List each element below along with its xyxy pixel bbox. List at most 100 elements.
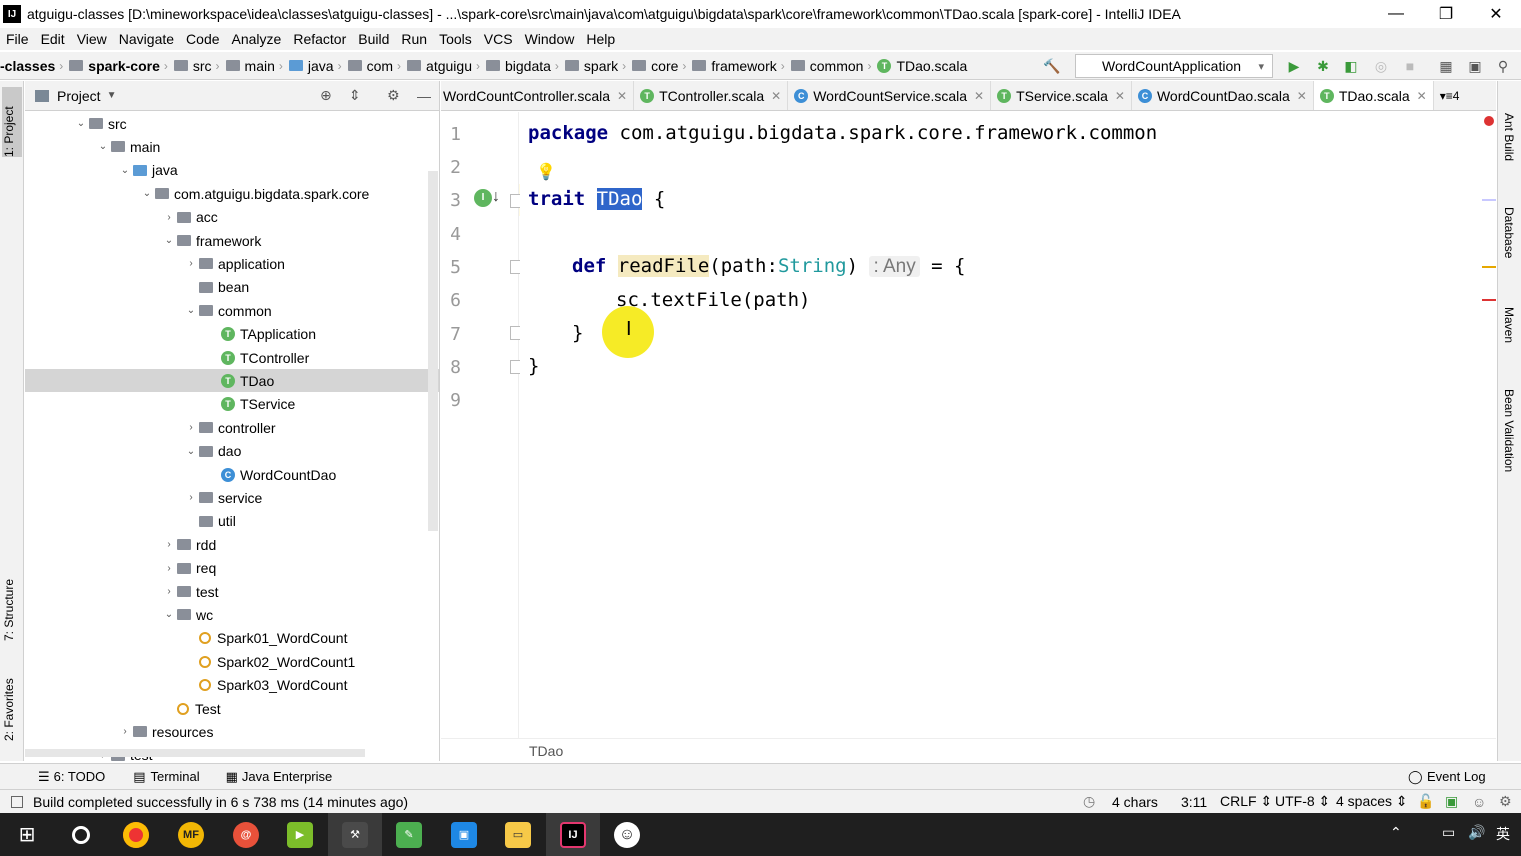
menu-file[interactable]: File bbox=[6, 31, 29, 47]
taskbar-app-tool[interactable]: ⚒ bbox=[328, 813, 382, 856]
chevron-down-icon[interactable]: ⌄ bbox=[161, 235, 177, 246]
close-icon[interactable]: ✕ bbox=[1115, 89, 1125, 103]
close-icon[interactable]: ✕ bbox=[974, 89, 984, 103]
close-icon[interactable]: ✕ bbox=[1417, 89, 1427, 103]
maven-tool-tab[interactable]: Maven bbox=[1502, 307, 1516, 343]
tree-item[interactable]: util bbox=[25, 510, 439, 533]
tree-item[interactable]: ⌄ main bbox=[25, 135, 439, 158]
crumb-core[interactable]: core › bbox=[632, 58, 692, 74]
tree-item[interactable]: T TApplication bbox=[25, 323, 439, 346]
inspector-icon[interactable]: ☺ bbox=[1472, 794, 1486, 810]
tree-item[interactable]: ⌄ wc bbox=[25, 603, 439, 626]
error-indicator-icon[interactable] bbox=[1484, 116, 1494, 126]
tree-item[interactable]: T TController bbox=[25, 346, 439, 369]
ime-indicator[interactable]: 英 bbox=[1496, 824, 1510, 844]
search-icon[interactable]: ⚲ bbox=[1494, 57, 1512, 75]
locate-icon[interactable]: ⊕ bbox=[320, 87, 332, 104]
chevron-right-icon[interactable]: › bbox=[161, 563, 177, 574]
close-icon[interactable]: ✕ bbox=[617, 89, 627, 103]
java-enterprise-tool-button[interactable]: Java Enterprise bbox=[242, 769, 332, 784]
chevron-right-icon[interactable]: › bbox=[161, 539, 177, 550]
tree-item[interactable]: bean bbox=[25, 276, 439, 299]
marker-stripe[interactable] bbox=[1482, 266, 1496, 268]
tree-item[interactable]: ⌄ dao bbox=[25, 440, 439, 463]
tree-item[interactable]: › rdd bbox=[25, 533, 439, 556]
tab-tdao[interactable]: T TDao.scala ✕ bbox=[1313, 81, 1434, 110]
network-icon[interactable]: ▭ bbox=[1442, 824, 1455, 841]
chevron-down-icon[interactable]: ⌄ bbox=[161, 609, 177, 620]
taskbar-app-notes[interactable]: ✎ bbox=[382, 813, 436, 856]
tree-item[interactable]: ⌄ java bbox=[25, 159, 439, 182]
implemented-marker-icon[interactable]: I bbox=[474, 189, 492, 207]
status-message[interactable]: Build completed successfully in 6 s 738 … bbox=[33, 794, 408, 810]
tabs-overflow-button[interactable]: ▾≡ 4 bbox=[1434, 81, 1466, 110]
gear-icon[interactable]: ⚙ bbox=[387, 87, 400, 104]
menu-navigate[interactable]: Navigate bbox=[119, 31, 174, 47]
crumb-common[interactable]: common › bbox=[790, 58, 878, 74]
tab-tcontroller[interactable]: T TController.scala ✕ bbox=[634, 81, 789, 110]
maximize-button[interactable]: ❐ bbox=[1421, 0, 1471, 28]
volume-icon[interactable]: 🔊 bbox=[1468, 824, 1485, 841]
taskbar-app-explorer[interactable]: ▭ bbox=[491, 813, 545, 856]
line-separator-select[interactable]: CRLF ⇕ bbox=[1220, 793, 1272, 810]
menu-build[interactable]: Build bbox=[358, 31, 389, 47]
chevron-up-icon[interactable]: ⌃ bbox=[1390, 824, 1402, 841]
notifications-icon[interactable]: ⚙ bbox=[1499, 793, 1512, 810]
stop-icon[interactable]: ■ bbox=[1401, 57, 1419, 75]
chevron-right-icon[interactable]: › bbox=[183, 492, 199, 503]
menu-window[interactable]: Window bbox=[525, 31, 575, 47]
code-editor[interactable]: package com.atguigu.bigdata.spark.core.f… bbox=[520, 112, 1496, 738]
menu-code[interactable]: Code bbox=[186, 31, 219, 47]
crumb-module[interactable]: spark-core › bbox=[69, 58, 174, 74]
favorites-tool-tab[interactable]: 2: Favorites bbox=[2, 661, 16, 741]
lightbulb-icon[interactable]: 💡 bbox=[536, 162, 556, 182]
close-button[interactable]: ✕ bbox=[1471, 0, 1521, 28]
tab-wordcountcontroller[interactable]: WordCountController.scala ✕ bbox=[441, 81, 635, 110]
tab-tservice[interactable]: T TService.scala ✕ bbox=[991, 81, 1132, 110]
coverage-icon[interactable]: ◧ bbox=[1342, 57, 1360, 75]
chevron-right-icon[interactable]: › bbox=[117, 726, 133, 737]
menu-edit[interactable]: Edit bbox=[41, 31, 65, 47]
database-tool-tab[interactable]: Database bbox=[1502, 207, 1516, 258]
menu-help[interactable]: Help bbox=[586, 31, 615, 47]
terminal-tool-button[interactable]: Terminal bbox=[151, 769, 200, 784]
marker-stripe[interactable] bbox=[1482, 299, 1496, 301]
crumb-src[interactable]: src › bbox=[173, 58, 226, 74]
tree-item[interactable]: ⌄ common bbox=[25, 299, 439, 322]
chevron-down-icon[interactable]: ⌄ bbox=[73, 118, 89, 129]
crumb-main[interactable]: main › bbox=[225, 58, 289, 74]
windows-start-button[interactable]: ⊞ bbox=[0, 813, 54, 856]
tree-item[interactable]: Test bbox=[25, 697, 439, 720]
ant-build-tool-tab[interactable]: Ant Build bbox=[1502, 113, 1516, 161]
minimize-button[interactable]: — bbox=[1371, 0, 1421, 28]
run-icon[interactable]: ▶ bbox=[1285, 57, 1303, 75]
menu-run[interactable]: Run bbox=[401, 31, 427, 47]
debug-icon[interactable]: ✱ bbox=[1314, 57, 1332, 75]
crumb-bigdata[interactable]: bigdata › bbox=[485, 58, 565, 74]
collapse-all-icon[interactable]: ⇕ bbox=[349, 87, 361, 104]
cortana-button[interactable] bbox=[54, 813, 108, 856]
toggle-tool-windows-icon[interactable] bbox=[11, 795, 23, 808]
tree-item[interactable]: ⌄ src bbox=[25, 112, 439, 135]
taskbar-app-game[interactable]: ▶ bbox=[273, 813, 327, 856]
tree-item[interactable]: › application bbox=[25, 252, 439, 275]
taskbar-app-intellij[interactable]: IJ bbox=[546, 813, 600, 856]
build-hammer-icon[interactable]: 🔨 bbox=[1043, 57, 1061, 75]
tree-item[interactable]: Spark01_WordCount bbox=[25, 627, 439, 650]
project-view-select[interactable]: Project bbox=[57, 88, 101, 104]
scrollbar[interactable] bbox=[428, 171, 438, 531]
close-icon[interactable]: ✕ bbox=[1297, 89, 1307, 103]
tree-item[interactable]: T TService bbox=[25, 393, 439, 416]
tree-item[interactable]: › service bbox=[25, 486, 439, 509]
project-tool-tab[interactable]: 1: Project bbox=[2, 87, 22, 157]
tree-item[interactable]: C WordCountDao bbox=[25, 463, 439, 486]
crumb-com[interactable]: com › bbox=[347, 58, 407, 74]
crumb-framework[interactable]: framework › bbox=[692, 58, 790, 74]
taskbar-app-swirl[interactable]: @ bbox=[219, 813, 273, 856]
tree-item[interactable]: › req bbox=[25, 557, 439, 580]
caret-position[interactable]: 3:11 bbox=[1181, 794, 1207, 810]
chevron-down-icon[interactable]: ⌄ bbox=[139, 188, 155, 199]
horizontal-scrollbar[interactable] bbox=[25, 749, 365, 757]
tree-item[interactable]: › resources bbox=[25, 720, 439, 743]
tree-item[interactable]: T TDao bbox=[25, 369, 439, 393]
